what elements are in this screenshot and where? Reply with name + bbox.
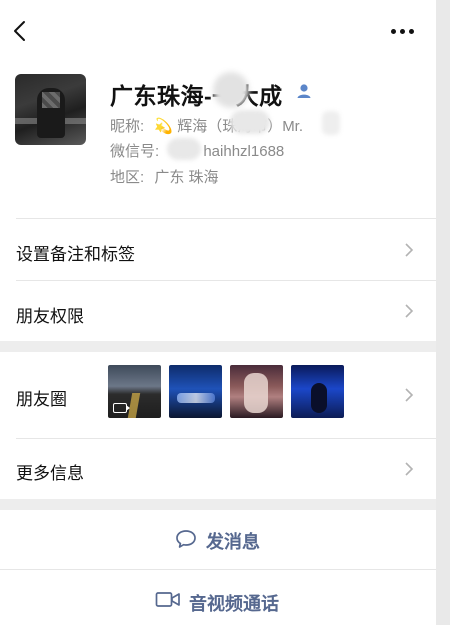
moments-thumbnail [169, 365, 222, 418]
user-icon [297, 84, 311, 98]
section-gap [0, 341, 436, 352]
send-message-label: 发消息 [206, 532, 260, 552]
nickname-line: 昵称: 💫 辉海（珠海市）Mr. [110, 115, 303, 136]
chevron-right-icon [405, 462, 414, 476]
section-gap [0, 499, 436, 510]
region-line: 地区: 广东 珠海 [110, 166, 219, 187]
more-dot [409, 29, 414, 34]
background-strip [436, 0, 450, 625]
avatar[interactable] [15, 74, 86, 145]
region-label: 地区: [110, 169, 145, 186]
redaction-blur [213, 72, 249, 108]
send-message-button[interactable]: 发消息 [0, 510, 436, 569]
more-options-button[interactable] [386, 18, 422, 44]
redaction-blur [322, 111, 340, 135]
row-label: 朋友权限 [16, 307, 84, 326]
chat-bubble-icon [176, 530, 196, 548]
more-dot [391, 29, 396, 34]
wechat-id-value[interactable]: haihhzl1688 [203, 143, 284, 160]
moments-thumbnail [108, 365, 161, 418]
chevron-right-icon [405, 304, 414, 318]
row-label: 更多信息 [16, 464, 84, 483]
chevron-left-icon [14, 21, 25, 41]
audio-video-call-label: 音视频通话 [189, 594, 279, 614]
row-friend-permissions[interactable]: 朋友权限 [0, 281, 436, 341]
wechat-id-label: 微信号: [110, 143, 160, 160]
row-remark-tags[interactable]: 设置备注和标签 [0, 219, 436, 280]
moments-thumbnail [291, 365, 344, 418]
audio-video-call-button[interactable]: 音视频通话 [0, 570, 436, 625]
region-value: 广东 珠海 [154, 169, 219, 186]
contact-name: 广东珠海-一大成 [110, 83, 283, 109]
nickname-label: 昵称: [110, 118, 145, 135]
row-moments[interactable]: 朋友圈 [0, 352, 436, 438]
video-icon [113, 403, 130, 413]
row-label: 朋友圈 [16, 390, 67, 409]
nickname-value: 💫 辉海（珠海市）Mr. [154, 118, 304, 135]
blurred-face [42, 92, 60, 108]
top-bar [0, 0, 436, 62]
back-button[interactable] [8, 16, 34, 46]
profile-section: 广东珠海-一大成 昵称: 💫 辉海（珠海市）Mr. 微信号: haihhzl16… [0, 62, 436, 218]
row-more-info[interactable]: 更多信息 [0, 439, 436, 499]
redaction-blur [230, 110, 270, 134]
more-dot [400, 29, 405, 34]
chevron-right-icon [405, 388, 414, 402]
contact-profile-page: 广东珠海-一大成 昵称: 💫 辉海（珠海市）Mr. 微信号: haihhzl16… [0, 0, 436, 625]
moments-thumbnail [230, 365, 283, 418]
redaction-blur [167, 138, 201, 160]
chevron-right-icon [405, 243, 414, 257]
row-label: 设置备注和标签 [16, 245, 135, 264]
video-camera-icon [155, 592, 180, 607]
